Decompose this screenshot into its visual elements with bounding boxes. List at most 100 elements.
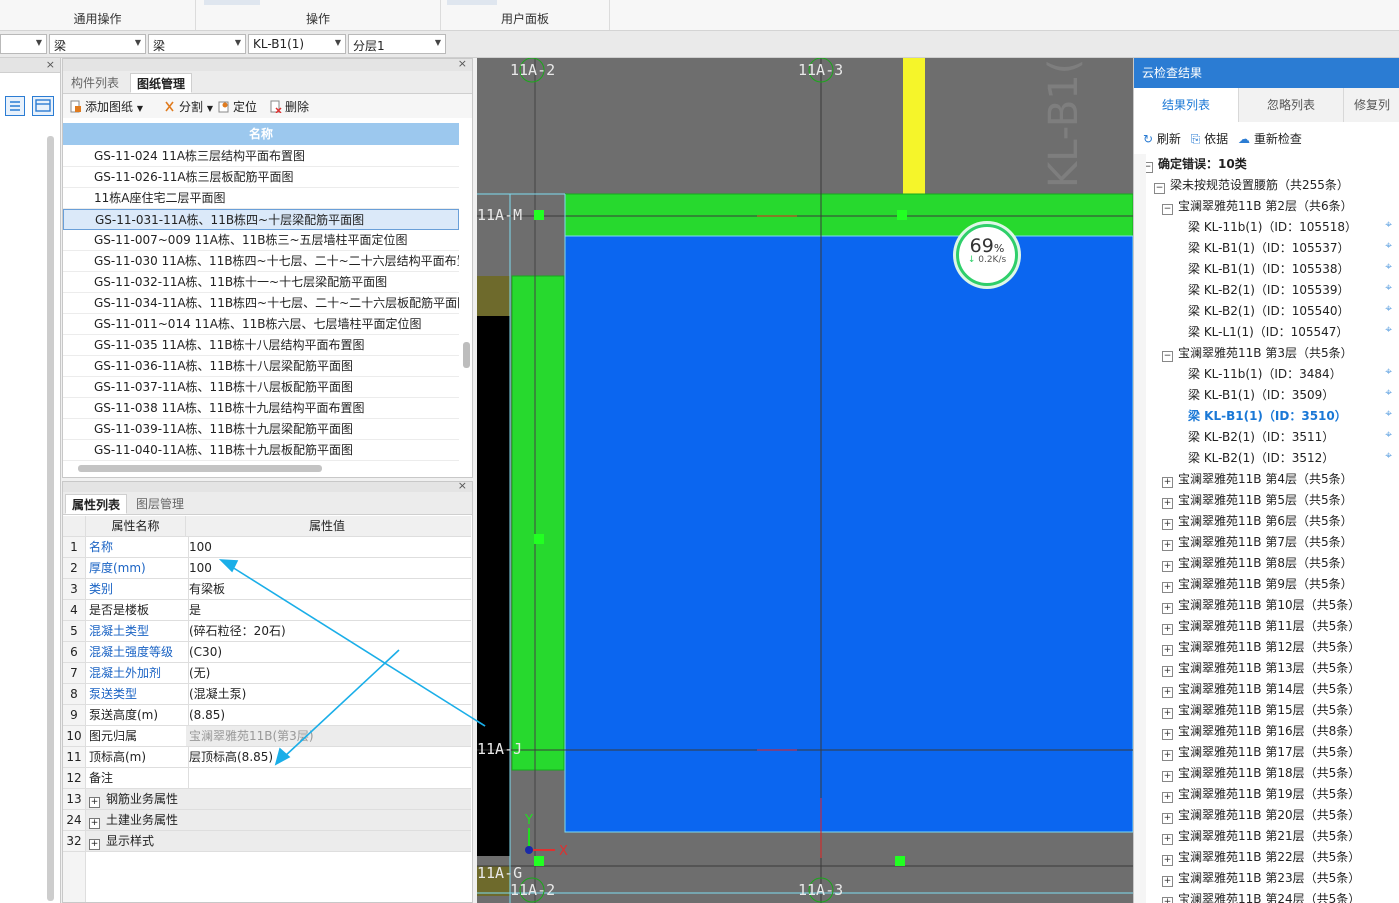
drawing-row[interactable]: GS-11-038 11A栋、11B栋十九层结构平面布置图 [63, 398, 459, 419]
floor-node[interactable]: + 宝澜翠雅苑11B 第12层（共5条） [1162, 637, 1360, 658]
result-item[interactable]: 梁 KL-11b(1)（ID：3484） [1188, 364, 1342, 385]
property-row[interactable]: 7 混凝土外加剂 (无) [63, 663, 471, 684]
property-row[interactable]: 24 + 土建业务属性 [63, 810, 471, 831]
horizontal-scrollbar-thumb[interactable] [78, 465, 322, 472]
locate-button[interactable]: 定位 [217, 98, 257, 115]
close-icon[interactable]: × [458, 479, 467, 492]
floor-node[interactable]: + 宝澜翠雅苑11B 第5层（共5条） [1162, 490, 1353, 511]
vertical-scrollbar-thumb[interactable] [463, 342, 470, 368]
floor-combo[interactable]: ▼ [0, 34, 47, 54]
floor-node[interactable]: + 宝澜翠雅苑11B 第6层（共5条） [1162, 511, 1353, 532]
drawing-row[interactable]: GS-11-040-11A栋、11B栋十九层板配筋平面图 [63, 440, 459, 461]
error-category-header[interactable]: − 确定错误：10类 [1142, 154, 1247, 175]
drawing-row[interactable]: GS-11-030 11A栋、11B栋四~十七层、二十~二十六层结构平面布置 [63, 251, 459, 272]
expand-icon[interactable]: + [1162, 897, 1173, 903]
recheck-button[interactable]: ☁ 重新检查 [1238, 132, 1302, 146]
column-header-name[interactable]: 名称 [63, 123, 459, 145]
property-row[interactable]: 11 顶标高(m) 层顶标高(8.85) [63, 747, 471, 768]
expand-icon[interactable]: + [1162, 498, 1173, 509]
property-row[interactable]: 6 混凝土强度等级 (C30) [63, 642, 471, 663]
close-icon[interactable]: × [458, 57, 467, 70]
property-value[interactable]: (混凝土泵) [186, 684, 471, 704]
expand-icon[interactable]: + [1162, 792, 1173, 803]
property-value[interactable]: 是 [186, 600, 471, 620]
floor-node[interactable]: + 宝澜翠雅苑11B 第4层（共5条） [1162, 469, 1353, 490]
tab-ignore-list[interactable]: 忽略列表 [1239, 88, 1344, 122]
tab-property-list[interactable]: 属性列表 [65, 494, 128, 514]
floor-node[interactable]: + 宝澜翠雅苑11B 第7层（共5条） [1162, 532, 1353, 553]
close-icon[interactable]: × [46, 58, 55, 71]
expand-icon[interactable]: + [1162, 771, 1173, 782]
layer-combo[interactable]: 分层1 ▼ [348, 34, 446, 54]
floor-node[interactable]: + 宝澜翠雅苑11B 第18层（共5条） [1162, 763, 1360, 784]
component-type-combo[interactable]: 梁 ▼ [148, 34, 246, 54]
grip-point[interactable] [534, 210, 544, 220]
property-row[interactable]: 2 厚度(mm) 100 [63, 558, 471, 579]
drawing-row[interactable]: GS-11-011~014 11A栋、11B栋六层、七层墙柱平面定位图 [63, 314, 459, 335]
result-item[interactable]: 梁 KL-B2(1)（ID：105540） [1188, 301, 1350, 322]
floor-node[interactable]: + 宝澜翠雅苑11B 第9层（共5条） [1162, 574, 1353, 595]
result-item[interactable]: 梁 KL-B1(1)（ID：105537） [1188, 238, 1350, 259]
floor-node[interactable]: + 宝澜翠雅苑11B 第16层（共8条） [1162, 721, 1360, 742]
result-item[interactable]: 梁 KL-B1(1)（ID：3510） [1188, 406, 1347, 427]
result-item[interactable]: 梁 KL-B2(1)（ID：105539） [1188, 280, 1350, 301]
result-item[interactable]: 梁 KL-B2(1)（ID：3512） [1188, 448, 1334, 469]
floor-node[interactable]: + 宝澜翠雅苑11B 第11层（共5条） [1162, 616, 1360, 637]
result-item[interactable]: 梁 KL-B1(1)（ID：3509） [1188, 385, 1334, 406]
refresh-button[interactable]: ↻ 刷新 [1143, 132, 1181, 146]
expand-icon[interactable]: + [1162, 624, 1173, 635]
floor-node[interactable]: + 宝澜翠雅苑11B 第23层（共5条） [1162, 868, 1360, 889]
locate-icon[interactable]: ⌖ [1385, 322, 1392, 337]
drawing-row[interactable]: GS-11-007~009 11A栋、11B栋三~五层墙柱平面定位图 [63, 230, 459, 251]
locate-icon[interactable]: ⌖ [1385, 301, 1392, 316]
floor-node[interactable]: − 宝澜翠雅苑11B 第2层（共6条） [1162, 196, 1353, 217]
floor-node[interactable]: + 宝澜翠雅苑11B 第17层（共5条） [1162, 742, 1360, 763]
expand-icon[interactable]: + [1162, 582, 1173, 593]
tab-layer-management[interactable]: 图层管理 [130, 494, 190, 514]
drawing-row[interactable]: 11栋A座住宅二层平面图 [63, 188, 459, 209]
property-row[interactable]: 8 泵送类型 (混凝土泵) [63, 684, 471, 705]
expand-icon[interactable]: + [1162, 540, 1173, 551]
property-row[interactable]: 9 泵送高度(m) (8.85) [63, 705, 471, 726]
locate-icon[interactable]: ⌖ [1385, 238, 1392, 253]
property-row[interactable]: 5 混凝土类型 (碎石粒径：20石) [63, 621, 471, 642]
drawing-row[interactable]: GS-11-035 11A栋、11B栋十八层结构平面布置图 [63, 335, 459, 356]
slab-element[interactable] [564, 235, 1133, 833]
tab-component-list[interactable]: 构件列表 [65, 73, 125, 93]
floor-node[interactable]: + 宝澜翠雅苑11B 第20层（共5条） [1162, 805, 1360, 826]
tab-result-list[interactable]: 结果列表 [1134, 88, 1239, 122]
category-combo[interactable]: 梁 ▼ [49, 34, 146, 54]
expand-icon[interactable]: + [89, 839, 100, 850]
list-view-icon[interactable] [5, 96, 25, 116]
result-item[interactable]: 梁 KL-11b(1)（ID：105518） [1188, 217, 1357, 238]
beam-left[interactable] [511, 275, 565, 771]
property-row[interactable]: 4 是否是楼板是 [63, 600, 471, 621]
property-value[interactable]: 层顶标高(8.85) [186, 747, 471, 767]
expand-icon[interactable]: + [1162, 729, 1173, 740]
speed-meter[interactable]: 69% ↓ 0.2K/s [956, 224, 1018, 286]
expand-icon[interactable]: + [1162, 855, 1173, 866]
wall-element[interactable] [903, 58, 925, 194]
collapse-icon[interactable]: − [1162, 351, 1173, 362]
grip-point[interactable] [897, 210, 907, 220]
ribbon-button[interactable] [447, 0, 497, 5]
locate-icon[interactable]: ⌖ [1385, 364, 1392, 379]
result-item[interactable]: 梁 KL-L1(1)（ID：105547） [1188, 322, 1348, 343]
property-row[interactable]: 1 名称 100 [63, 537, 471, 558]
property-value[interactable]: (8.85) [186, 705, 471, 725]
floor-node[interactable]: + 宝澜翠雅苑11B 第10层（共5条） [1162, 595, 1360, 616]
floor-node[interactable]: + 宝澜翠雅苑11B 第8层（共5条） [1162, 553, 1353, 574]
property-value[interactable] [186, 768, 471, 788]
tab-repair-list[interactable]: 修复列 [1344, 88, 1399, 122]
result-item[interactable]: 梁 KL-B1(1)（ID：105538） [1188, 259, 1350, 280]
expand-icon[interactable]: + [1162, 876, 1173, 887]
add-drawing-button[interactable]: 添加图纸 ▼ [69, 98, 143, 115]
expand-icon[interactable]: + [1162, 603, 1173, 614]
drawing-row[interactable]: GS-11-031-11A栋、11B栋四~十层梁配筋平面图 [63, 209, 459, 230]
locate-icon[interactable]: ⌖ [1385, 406, 1392, 421]
floor-node[interactable]: + 宝澜翠雅苑11B 第22层（共5条） [1162, 847, 1360, 868]
property-value[interactable]: (碎石粒径：20石) [186, 621, 471, 641]
expand-icon[interactable]: + [1162, 813, 1173, 824]
locate-icon[interactable]: ⌖ [1385, 385, 1392, 400]
property-row[interactable]: 10 图元归属 宝澜翠雅苑11B(第3层) [63, 726, 471, 747]
